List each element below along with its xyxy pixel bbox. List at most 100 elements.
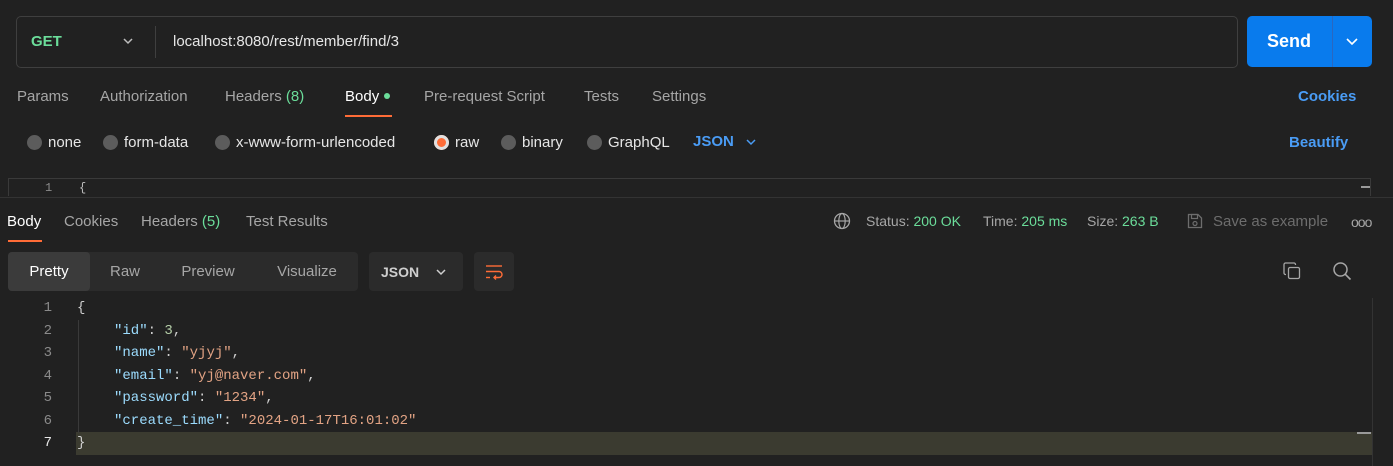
radio-graphql[interactable]: GraphQL <box>587 134 670 151</box>
radio-circle-selected[interactable] <box>434 135 449 150</box>
pane-divider[interactable] <box>0 197 1393 198</box>
divider <box>155 26 156 58</box>
tab-test-results[interactable]: Test Results <box>246 213 328 230</box>
tab-pre-request-script[interactable]: Pre-request Script <box>424 88 545 105</box>
tab-response-cookies[interactable]: Cookies <box>64 213 118 230</box>
wrap-lines-button[interactable] <box>474 252 514 291</box>
line-number: 4 <box>43 368 52 384</box>
radio-none[interactable]: none <box>27 134 81 151</box>
body-language-label: JSON <box>693 133 734 150</box>
request-body-editor[interactable]: 1 { <box>8 178 1371 196</box>
radio-circle[interactable] <box>501 135 516 150</box>
line-number: 5 <box>43 390 52 406</box>
code-line: "email": "yj@naver.com", <box>114 368 316 384</box>
size-value: 263 B <box>1122 213 1159 229</box>
radio-label: raw <box>455 134 480 151</box>
method-select[interactable]: GET <box>31 33 62 50</box>
tab-settings[interactable]: Settings <box>652 88 706 105</box>
beautify-link[interactable]: Beautify <box>1289 134 1348 151</box>
tab-body-label: Body <box>345 88 380 105</box>
tab-body[interactable]: Body <box>345 88 391 105</box>
radio-binary[interactable]: binary <box>501 134 563 151</box>
radio-label: GraphQL <box>608 134 670 151</box>
response-view-toggle: Pretty Raw Preview Visualize <box>8 252 358 291</box>
headers-count: (8) <box>285 88 305 105</box>
radio-raw[interactable]: raw <box>434 134 479 151</box>
response-status[interactable]: Status: 200 OK <box>866 213 961 229</box>
view-raw-button[interactable]: Raw <box>90 252 160 291</box>
active-tab-indicator <box>8 240 42 242</box>
radio-circle[interactable] <box>27 135 42 150</box>
indent-guide <box>78 320 79 433</box>
radio-circle[interactable] <box>103 135 118 150</box>
response-body-editor[interactable]: 1 2 3 4 5 6 7 { "id": 3, "name": "yjyj",… <box>0 298 1393 466</box>
divider <box>1332 16 1333 67</box>
radio-label: x-www-form-urlencoded <box>236 134 396 151</box>
json-value: "yj@naver.com" <box>189 368 308 384</box>
view-visualize-button[interactable]: Visualize <box>256 252 358 291</box>
active-tab-indicator <box>345 115 392 117</box>
chevron-down-icon <box>436 268 446 275</box>
tab-headers[interactable]: Headers (8) <box>225 88 304 105</box>
body-indicator-dot <box>384 93 391 100</box>
size-label: Size: <box>1087 213 1119 229</box>
chevron-down-icon[interactable] <box>1344 33 1360 49</box>
copy-icon <box>1283 262 1301 280</box>
status-label: Status: <box>866 213 910 229</box>
response-format-label: JSON <box>381 263 420 280</box>
request-url-bar: GET localhost:8080/rest/member/find/3 <box>16 16 1238 68</box>
send-button[interactable]: Send <box>1247 16 1372 67</box>
wrap-lines-icon <box>486 264 503 280</box>
tab-tests[interactable]: Tests <box>584 88 619 105</box>
search-button[interactable] <box>1331 260 1353 282</box>
json-key: "password" <box>114 390 199 406</box>
cookies-link[interactable]: Cookies <box>1298 88 1356 105</box>
save-icon <box>1187 213 1203 229</box>
search-icon <box>1333 262 1352 281</box>
radio-circle[interactable] <box>215 135 230 150</box>
code-line: "create_time": "2024-01-17T16:01:02" <box>114 413 417 429</box>
copy-button[interactable] <box>1281 260 1303 282</box>
code-line: "name": "yjyj", <box>114 345 241 361</box>
save-as-example-button[interactable]: Save as example <box>1186 212 1328 230</box>
radio-form-data[interactable]: form-data <box>103 134 188 151</box>
chevron-down-icon[interactable] <box>121 34 135 48</box>
radio-x-www-form-urlencoded[interactable]: x-www-form-urlencoded <box>215 134 395 151</box>
url-input[interactable]: localhost:8080/rest/member/find/3 <box>173 33 399 50</box>
more-options-icon[interactable]: ooo <box>1351 214 1372 230</box>
tab-authorization[interactable]: Authorization <box>100 88 188 105</box>
json-value: "yjyj" <box>181 345 232 361</box>
globe-icon[interactable] <box>833 212 851 230</box>
radio-circle[interactable] <box>587 135 602 150</box>
json-value: "2024-01-17T16:01:02" <box>240 413 417 429</box>
body-language-select[interactable]: JSON <box>693 133 758 150</box>
scrollbar-marker[interactable] <box>1357 432 1371 434</box>
tab-response-headers[interactable]: Headers (5) <box>141 213 220 230</box>
line-number: 2 <box>43 323 52 339</box>
json-key: "id" <box>114 323 148 339</box>
json-value: "1234" <box>214 390 266 406</box>
code-line: "password": "1234", <box>114 390 274 406</box>
response-size[interactable]: Size: 263 B <box>1087 213 1159 229</box>
tab-response-headers-label: Headers <box>141 213 198 230</box>
view-preview-button[interactable]: Preview <box>160 252 256 291</box>
time-label: Time: <box>983 213 1018 229</box>
tab-response-body[interactable]: Body <box>7 213 41 230</box>
line-number: 3 <box>43 345 52 361</box>
response-time[interactable]: Time: 205 ms <box>983 213 1067 229</box>
response-format-select[interactable]: JSON <box>369 252 463 291</box>
scrollbar-marker[interactable] <box>1361 186 1370 188</box>
save-as-example-label: Save as example <box>1213 212 1329 230</box>
view-pretty-button[interactable]: Pretty <box>8 252 90 291</box>
send-button-label[interactable]: Send <box>1267 31 1311 52</box>
tab-headers-label: Headers <box>225 88 282 105</box>
tab-params[interactable]: Params <box>17 88 69 105</box>
json-value: 3 <box>164 323 173 339</box>
line-number: 6 <box>43 413 52 429</box>
radio-label: binary <box>522 134 563 151</box>
current-line-highlight <box>76 432 1372 455</box>
code-line: { <box>77 300 86 316</box>
vertical-scrollbar[interactable] <box>1372 298 1373 466</box>
line-number: 7 <box>43 435 52 451</box>
chevron-down-icon <box>746 138 756 145</box>
